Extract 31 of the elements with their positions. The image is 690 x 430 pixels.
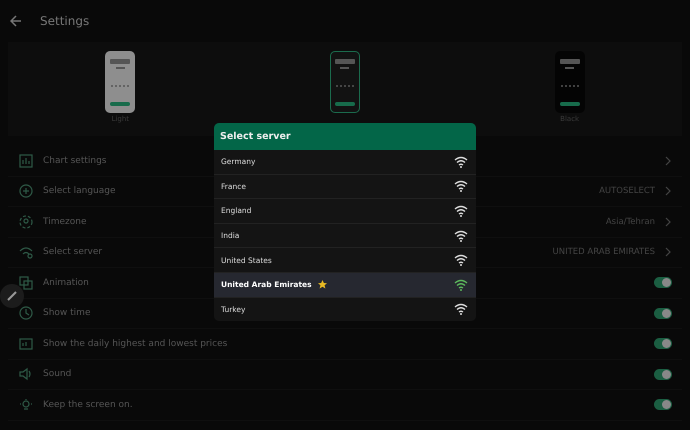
setting-label: Chart settings bbox=[43, 156, 106, 166]
setting-label: Select language bbox=[43, 186, 116, 196]
setting-label: Show the daily highest and lowest prices bbox=[43, 338, 228, 349]
pencil-icon bbox=[6, 290, 18, 302]
setting-value: Asia/Tehran bbox=[606, 216, 655, 227]
page-title: Settings bbox=[40, 14, 90, 28]
bar-chart-icon bbox=[19, 154, 33, 168]
copy-icon bbox=[19, 276, 33, 290]
theme-preview[interactable] bbox=[330, 51, 360, 113]
bulb-icon bbox=[19, 398, 33, 412]
toggle-switch[interactable] bbox=[654, 399, 672, 410]
toggle-switch[interactable] bbox=[654, 277, 672, 288]
dialog-title: Select server bbox=[220, 131, 291, 142]
setting-label: Sound bbox=[43, 369, 72, 380]
clock-icon bbox=[19, 306, 33, 320]
setting-value: UNITED ARAB EMIRATES bbox=[552, 247, 655, 258]
screen-icon bbox=[19, 336, 33, 351]
setting-value: AUTOSELECT bbox=[599, 186, 655, 196]
toggle-switch[interactable] bbox=[654, 368, 672, 380]
theme-preview[interactable] bbox=[105, 51, 136, 113]
setting-label: Timezone bbox=[43, 216, 86, 227]
setting-label: Show time bbox=[43, 308, 90, 318]
toggle-switch[interactable] bbox=[654, 338, 672, 350]
setting-label: Animation bbox=[43, 278, 89, 288]
setting-label: Select server bbox=[43, 247, 102, 258]
speaker-icon bbox=[19, 367, 33, 382]
back-arrow-icon[interactable] bbox=[10, 15, 22, 27]
setting-label: Keep the screen on. bbox=[43, 400, 133, 410]
theme-preview[interactable] bbox=[554, 51, 585, 113]
edit-button[interactable] bbox=[0, 284, 24, 308]
toggle-switch[interactable] bbox=[654, 308, 672, 319]
